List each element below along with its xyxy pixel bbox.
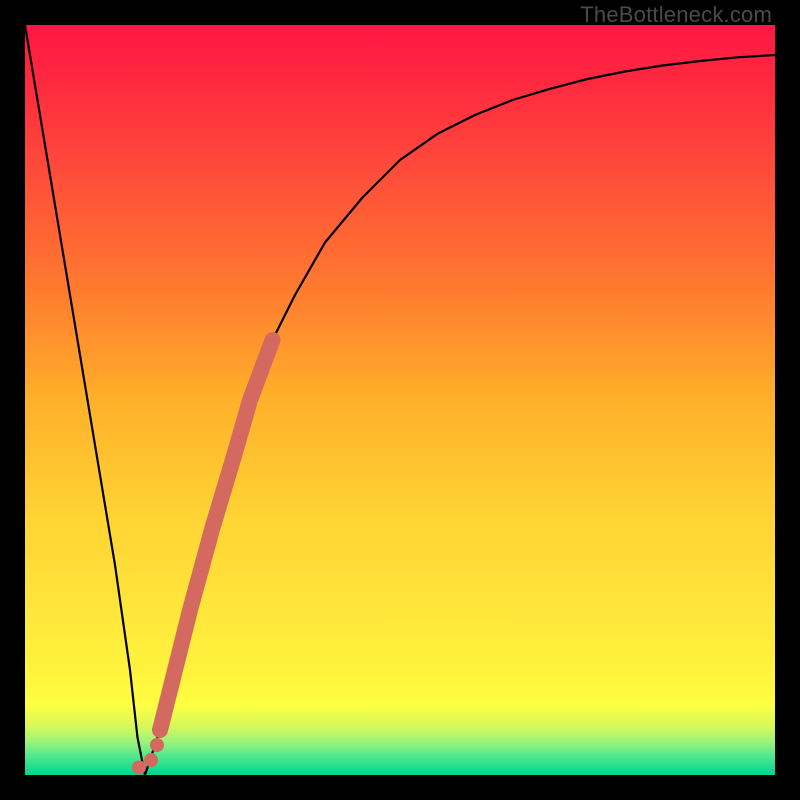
watermark-text: TheBottleneck.com	[580, 2, 772, 28]
chart-frame: TheBottleneck.com	[0, 0, 800, 800]
highlight-dot	[132, 761, 146, 775]
highlight-dot	[144, 753, 158, 767]
highlight-segment	[160, 340, 273, 730]
bottleneck-curve	[25, 25, 775, 775]
highlight-dot	[150, 738, 164, 752]
plot-area	[25, 25, 775, 775]
curve-layer	[25, 25, 775, 775]
